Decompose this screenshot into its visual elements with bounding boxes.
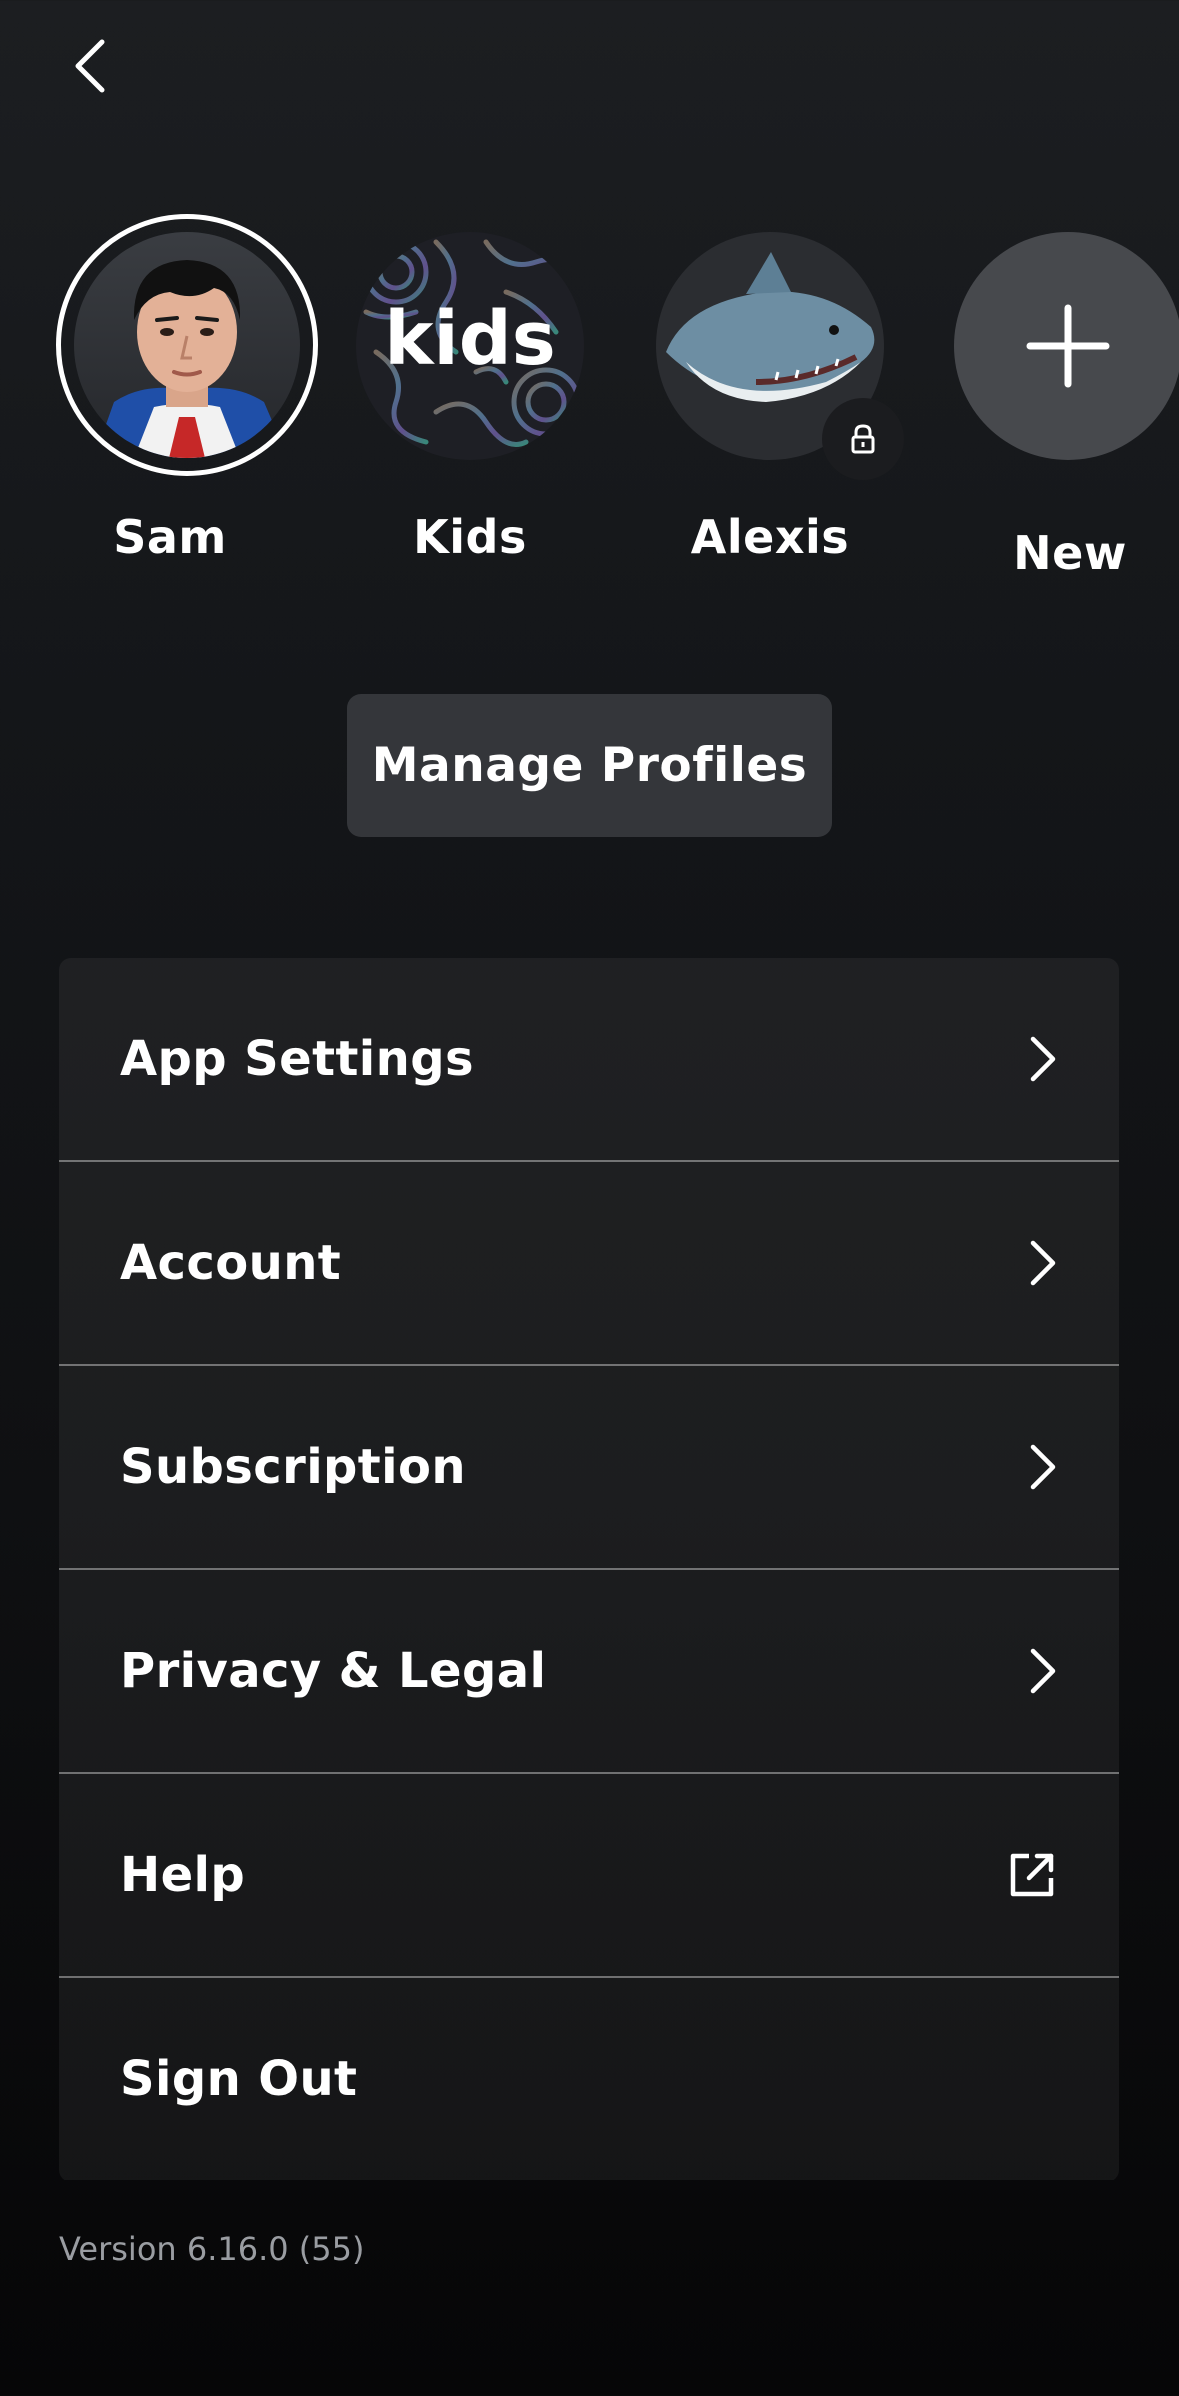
profile-name: Kids xyxy=(413,510,527,564)
menu-item-subscription[interactable]: Subscription xyxy=(59,1366,1119,1570)
menu-item-app-settings[interactable]: App Settings xyxy=(59,958,1119,1162)
chevron-right-icon xyxy=(1027,1239,1057,1287)
profile-name: Sam xyxy=(113,510,227,564)
kids-avatar: kids xyxy=(356,232,584,460)
profile-name: Alexis xyxy=(690,510,850,564)
menu-item-help[interactable]: Help xyxy=(59,1774,1119,1978)
menu-item-sign-out[interactable]: Sign Out xyxy=(59,1978,1119,2180)
menu-item-privacy-legal[interactable]: Privacy & Legal xyxy=(59,1570,1119,1774)
kids-avatar-text: kids xyxy=(384,296,556,382)
profile-kids[interactable]: kids Kids xyxy=(320,210,620,590)
chevron-right-icon xyxy=(1027,1035,1057,1083)
manage-profiles-button[interactable]: Manage Profiles xyxy=(347,694,832,837)
version-text: Version 6.16.0 (55) xyxy=(59,2230,365,2268)
menu-item-account[interactable]: Account xyxy=(59,1162,1119,1366)
menu-item-label: Sign Out xyxy=(120,2051,358,2107)
chevron-right-icon xyxy=(1027,1647,1057,1695)
new-profile-avatar xyxy=(954,232,1179,460)
portrait-avatar xyxy=(74,232,300,458)
profile-new[interactable]: New xyxy=(920,210,1179,590)
manage-profiles-label: Manage Profiles xyxy=(371,738,808,793)
lock-icon xyxy=(851,424,875,454)
profile-alexis[interactable]: Alexis xyxy=(620,210,920,590)
profile-sam[interactable]: Sam xyxy=(20,210,320,590)
menu-item-label: Subscription xyxy=(120,1439,466,1495)
menu-item-label: App Settings xyxy=(120,1031,474,1087)
profile-name: New xyxy=(1013,526,1127,580)
chevron-left-icon xyxy=(75,39,105,93)
menu-item-label: Help xyxy=(120,1847,246,1903)
chevron-right-icon xyxy=(1027,1443,1057,1491)
external-link-icon xyxy=(1007,1850,1057,1900)
menu-item-label: Account xyxy=(120,1235,342,1291)
profile-switcher: Sam kids Kids Alexis New xyxy=(0,210,1179,590)
plus-icon xyxy=(1026,304,1110,388)
lock-badge xyxy=(822,398,904,480)
settings-menu: App Settings Account Subscription Privac… xyxy=(59,958,1119,2182)
menu-item-label: Privacy & Legal xyxy=(120,1643,547,1699)
back-button[interactable] xyxy=(60,30,120,102)
